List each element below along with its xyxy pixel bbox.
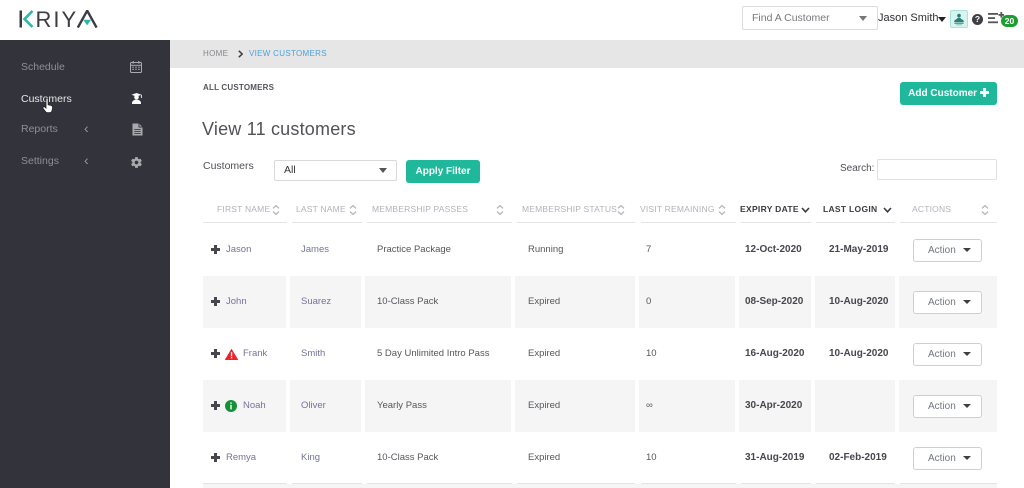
svg-text:RIY: RIY	[36, 10, 79, 28]
